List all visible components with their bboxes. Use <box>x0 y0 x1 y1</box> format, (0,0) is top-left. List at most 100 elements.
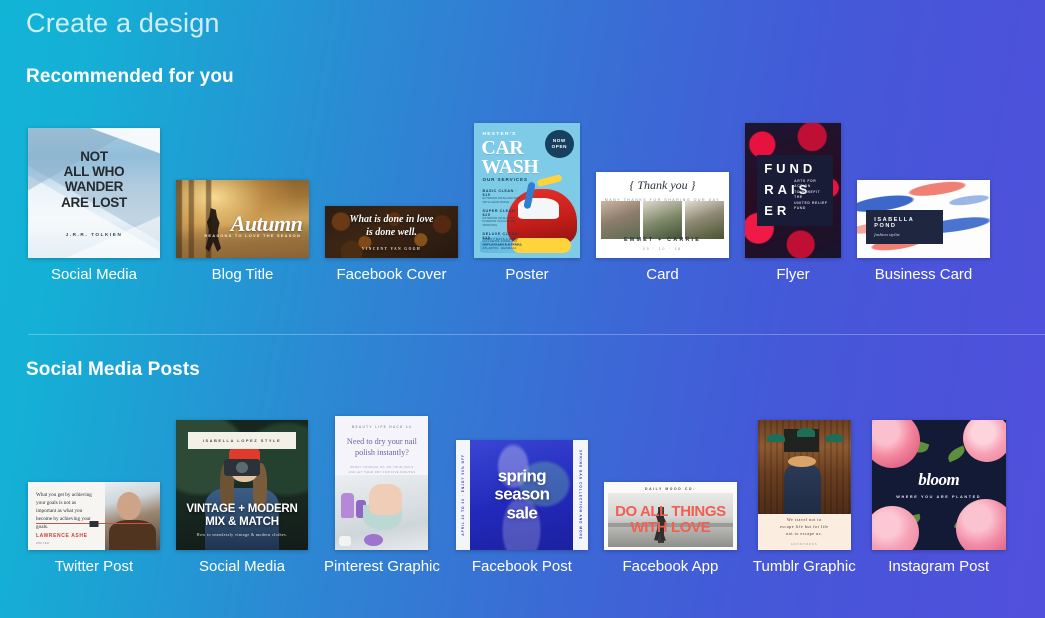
quote-line-4: ARE LOST <box>28 195 160 210</box>
card-label-card: Card <box>646 266 679 283</box>
photo-2 <box>643 201 682 239</box>
template-card-facebook-post[interactable]: APRIL 20 TO 30 · ENJOY 50% OFF SPRING BA… <box>456 440 588 575</box>
flower-4 <box>956 499 1006 550</box>
couple-names: EMMET + CARRIE <box>596 237 729 243</box>
template-card-facebook-app[interactable]: DAILY MOOD CO. DO ALL THINGS WITH LOVE F… <box>604 482 737 575</box>
straw-hat <box>788 456 816 467</box>
flyer-text-box: FUND RAIS ER ARTS FOR ACTION TO BENEFIT … <box>757 155 834 225</box>
card-label-pinterest-graphic: Pinterest Graphic <box>324 558 440 575</box>
template-card-card[interactable]: { Thank you } MANY THANKS FOR SHARING OU… <box>596 172 729 283</box>
thumb-title: VINTAGE + MODERN MIX & MATCH <box>176 503 308 529</box>
template-card-twitter-post[interactable]: What you get by achieving your goals is … <box>28 482 160 575</box>
cyclist-silhouette <box>204 208 223 252</box>
quote-mark-icon <box>90 521 99 527</box>
template-card-blog-title[interactable]: Autumn REASONS TO LOVE THE SEASON Blog T… <box>176 180 309 283</box>
template-card-social-media[interactable]: NOT ALL WHO WANDER ARE LOST J.R.R. TOLKI… <box>28 128 160 283</box>
template-card-flyer[interactable]: FUND RAIS ER ARTS FOR ACTION TO BENEFIT … <box>745 123 841 283</box>
pinterest-headline: Need to dry your nail polish instantly? <box>344 436 419 458</box>
title-line-2: MIX & MATCH <box>176 516 308 529</box>
thumbnail-card[interactable]: { Thank you } MANY THANKS FOR SHARING OU… <box>596 172 729 258</box>
card-label-social-media: Social Media <box>51 266 137 283</box>
service-item: SUPER CLEAN · $25 EXTERIOR WASH PLUS INT… <box>482 209 522 228</box>
flyer-body-text: ARTS FOR ACTION TO BENEFIT THE UNITED RE… <box>794 179 828 212</box>
tumblr-caption: We travel not to escape life but for lif… <box>758 514 851 550</box>
quote-line-1: NOT <box>28 149 160 164</box>
bottle-1 <box>341 493 354 519</box>
twitter-quote: What you get by achieving your goals is … <box>36 491 97 531</box>
bloom-word: bloom <box>872 470 1006 490</box>
thumbnail-social-media[interactable]: NOT ALL WHO WANDER ARE LOST J.R.R. TOLKI… <box>28 128 160 258</box>
thumbnail-business-card[interactable]: ISABELLA POND fashion stylist <box>857 180 990 258</box>
card-header: { Thank you } MANY THANKS FOR SHARING OU… <box>596 178 729 202</box>
thumb-quote: NOT ALL WHO WANDER ARE LOST <box>28 149 160 210</box>
template-row-recommended: NOT ALL WHO WANDER ARE LOST J.R.R. TOLKI… <box>0 123 1045 283</box>
pendant-lamp-2 <box>797 428 815 436</box>
flower-2 <box>963 420 1006 462</box>
section-title-social-media-posts: Social Media Posts <box>26 359 1045 381</box>
template-card-business-card[interactable]: ISABELLA POND fashion stylist Business C… <box>857 180 990 283</box>
camera-icon <box>224 459 261 476</box>
flyer-word-1: FUND <box>764 161 816 176</box>
template-card-social-media-2[interactable]: ISABELLA LOPEZ STYLE VINTAGE + MODERN MI… <box>176 420 308 575</box>
nail-photo <box>335 475 428 550</box>
flyer-word-3: ER <box>764 203 790 218</box>
fbapp-kicker: DAILY MOOD CO. <box>604 487 737 491</box>
template-card-poster[interactable]: HESTER'S CAR WASH NOW OPEN OUR SERVICES … <box>474 123 580 283</box>
thumb-quote: What is done in love is done well. VINCE… <box>325 206 458 258</box>
thumbnail-instagram-post[interactable]: bloom WHERE YOU ARE PLANTED <box>872 420 1006 550</box>
thumbnail-facebook-app[interactable]: DAILY MOOD CO. DO ALL THINGS WITH LOVE <box>604 482 737 550</box>
card-label-blog-title: Blog Title <box>212 266 274 283</box>
template-card-tumblr-graphic[interactable]: We travel not to escape life but for lif… <box>753 420 856 575</box>
business-card-role: fashion stylist <box>874 232 935 237</box>
thank-you-headline: { Thank you } <box>596 178 729 193</box>
quote-line-1: We travel not to <box>787 517 822 524</box>
thumbnail-flyer[interactable]: FUND RAIS ER ARTS FOR ACTION TO BENEFIT … <box>745 123 841 258</box>
thumb-attribution: VINCENT VAN GOGH <box>362 247 421 252</box>
title-line-2: WASH <box>481 158 552 177</box>
fbapp-title: DO ALL THINGS WITH LOVE <box>604 504 737 536</box>
sale-headline: spring season sale <box>474 467 569 522</box>
section-title-recommended: Recommended for you <box>26 66 1045 88</box>
card-label-flyer: Flyer <box>776 266 809 283</box>
thumbnail-pinterest-graphic[interactable]: BEAUTY LIFE HACK 13 Need to dry your nai… <box>335 416 428 550</box>
section-social-media-posts: Social Media Posts What you get by achie… <box>0 359 1045 381</box>
headline-line-3: sale <box>474 504 569 522</box>
thumbnail-tumblr-graphic[interactable]: We travel not to escape life but for lif… <box>758 420 851 550</box>
flower-3 <box>872 506 919 551</box>
photo-3 <box>685 201 724 239</box>
template-card-instagram-post[interactable]: bloom WHERE YOU ARE PLANTED Instagram Po… <box>872 420 1006 575</box>
thumbnail-facebook-post[interactable]: APRIL 20 TO 30 · ENJOY 50% OFF SPRING BA… <box>456 440 588 550</box>
card-footer: EMMET + CARRIE 09 · 10 · 16 <box>596 237 729 251</box>
thumbnail-poster[interactable]: HESTER'S CAR WASH NOW OPEN OUR SERVICES … <box>474 123 580 258</box>
headline-line-1: spring <box>474 467 569 485</box>
card-label-tumblr-graphic: Tumblr Graphic <box>753 558 856 575</box>
template-card-pinterest-graphic[interactable]: BEAUTY LIFE HACK 13 Need to dry your nai… <box>324 416 440 575</box>
headline-line-2: polish instantly? <box>344 447 419 458</box>
thumbnail-facebook-cover[interactable]: What is done in love is done well. VINCE… <box>325 206 458 258</box>
section-recommended: Recommended for you NOT ALL WHO WANDER A… <box>0 66 1045 88</box>
cafe-photo <box>758 420 851 514</box>
portrait-photo <box>105 482 160 550</box>
wedding-photo-strip <box>601 201 723 239</box>
quote-line-3: not to escape us. <box>786 531 822 538</box>
pinterest-subtitle: SPRAY COOKING OIL ON YOUR NAILS AND LET … <box>344 465 419 474</box>
card-label-facebook-post: Facebook Post <box>472 558 572 575</box>
card-label-twitter-post: Twitter Post <box>55 558 133 575</box>
quote-line-2: escape life but for life <box>780 524 829 531</box>
bloom-subtitle: WHERE YOU ARE PLANTED <box>872 495 1006 499</box>
flower-1 <box>872 420 920 468</box>
cloth <box>364 534 383 546</box>
quote-line-1: What is done in love <box>350 213 434 227</box>
band-right-text: SPRING BAG COLLECTION AND MORE <box>579 450 583 540</box>
thumbnail-social-media-2[interactable]: ISABELLA LOPEZ STYLE VINTAGE + MODERN MI… <box>176 420 308 550</box>
template-card-facebook-cover[interactable]: What is done in love is done well. VINCE… <box>325 206 458 283</box>
service-desc: EXTERIOR WASH AND DRY WITH HAND FINISH <box>482 197 522 205</box>
thumbnail-twitter-post[interactable]: What you get by achieving your goals is … <box>28 482 160 550</box>
template-row-social: What you get by achieving your goals is … <box>0 416 1045 575</box>
leaf-2 <box>945 445 966 462</box>
card-label-facebook-cover: Facebook Cover <box>336 266 446 283</box>
thumbnail-blog-title[interactable]: Autumn REASONS TO LOVE THE SEASON <box>176 180 309 258</box>
person-silhouette <box>784 465 821 514</box>
twitter-author-name: LAWRENCE ASHE <box>36 533 88 539</box>
quote-attribution: ANONYMOUS <box>791 543 818 546</box>
